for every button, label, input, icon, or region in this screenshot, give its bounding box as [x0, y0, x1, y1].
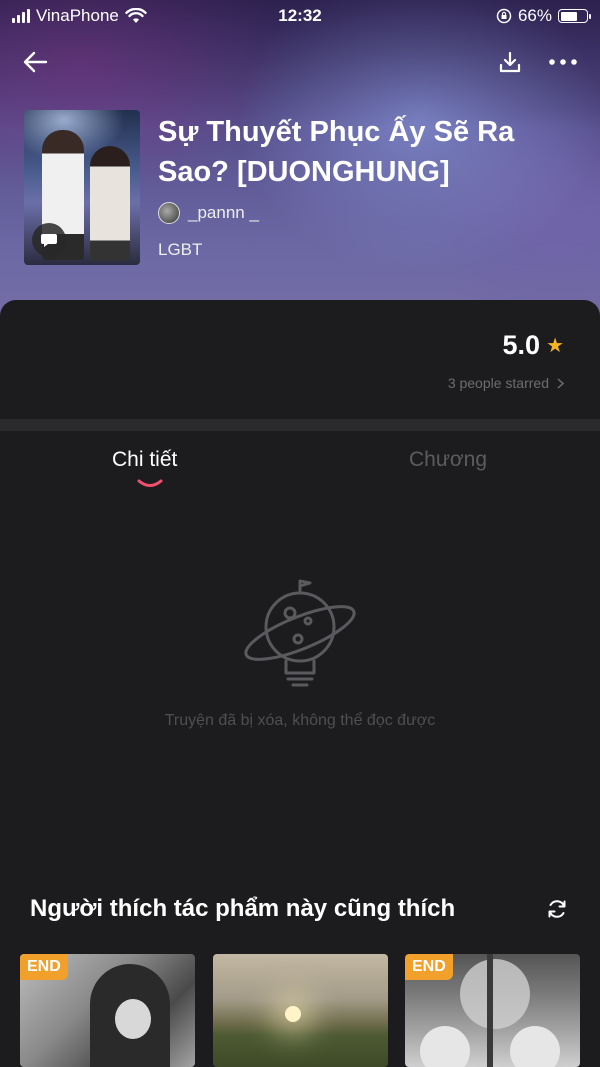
recommendation-card[interactable]: [213, 954, 388, 1067]
end-badge: END: [405, 954, 453, 980]
refresh-icon[interactable]: [546, 898, 568, 920]
cover-figure-right: [90, 146, 130, 261]
wifi-icon: [125, 8, 147, 23]
star-icon: ★: [546, 335, 564, 357]
rating-value-row: 5.0 ★: [448, 330, 564, 361]
section-divider: [0, 419, 600, 431]
planet-lightbulb-icon: [244, 579, 356, 687]
orientation-lock-icon: [496, 8, 512, 24]
content-card: 5.0 ★ 3 people starred Chi tiết Chương T…: [0, 300, 600, 1067]
rec-cover-moon: [460, 959, 530, 1029]
rating-count: 3 people starred: [447, 375, 549, 391]
rec-cover-sun: [285, 1006, 301, 1022]
rating-value: 5.0: [502, 330, 541, 360]
tab-indicator: [137, 479, 163, 487]
author-row[interactable]: _pannn _: [158, 202, 259, 224]
empty-state-message: Truyện đã bị xóa, không thể đọc được: [164, 712, 436, 729]
nav-actions: [498, 50, 578, 74]
rec-cover-figure-right: [510, 1026, 560, 1067]
clock: 12:32: [278, 6, 322, 25]
battery-percent: 66%: [517, 6, 552, 25]
battery-fill: [560, 11, 577, 21]
end-badge: END: [20, 954, 68, 980]
recommendation-card[interactable]: END: [405, 954, 580, 1067]
chevron-right-icon: [557, 377, 564, 389]
status-left: VinaPhone: [12, 6, 147, 26]
book-title: Sự Thuyết Phục Ấy Sẽ Ra Sao? [DUONGHUNG]: [158, 116, 515, 188]
author-avatar: [158, 202, 180, 224]
rec-cover-window-bar: [487, 954, 493, 1067]
rec-cover-figure-left: [420, 1026, 470, 1067]
comment-bubble-icon: [32, 223, 66, 257]
download-icon[interactable]: [498, 50, 522, 74]
book-info: Sự Thuyết Phục Ấy Sẽ Ra Sao? [DUONGHUNG]…: [24, 110, 576, 270]
genre-tag[interactable]: LGBT: [158, 240, 202, 260]
tab-chapters[interactable]: Chương: [409, 448, 487, 472]
author-name: _pannn _: [188, 203, 259, 222]
rating-count-row: 3 people starred: [448, 375, 564, 391]
tab-details[interactable]: Chi tiết: [112, 448, 177, 472]
tab-bar: Chi tiết Chương: [0, 448, 600, 498]
status-right: 66%: [496, 6, 591, 26]
status-bar: VinaPhone 12:32 66%: [0, 0, 600, 32]
top-nav: [0, 42, 600, 82]
recommendations-title: Người thích tác phẩm này cũng thích: [30, 895, 456, 922]
rating-block[interactable]: 5.0 ★ 3 people starred: [448, 330, 564, 391]
recommendation-list: END END: [20, 954, 580, 1067]
back-arrow-icon[interactable]: [22, 50, 48, 74]
carrier-name: VinaPhone: [36, 6, 119, 25]
book-cover[interactable]: [24, 110, 140, 265]
recommendation-card[interactable]: END: [20, 954, 195, 1067]
battery-icon: [558, 9, 591, 23]
rec-cover-face: [115, 999, 151, 1039]
empty-state: Truyện đã bị xóa, không thể đọc được: [0, 575, 600, 730]
more-options-icon[interactable]: [548, 58, 578, 66]
signal-icon: [12, 9, 30, 23]
